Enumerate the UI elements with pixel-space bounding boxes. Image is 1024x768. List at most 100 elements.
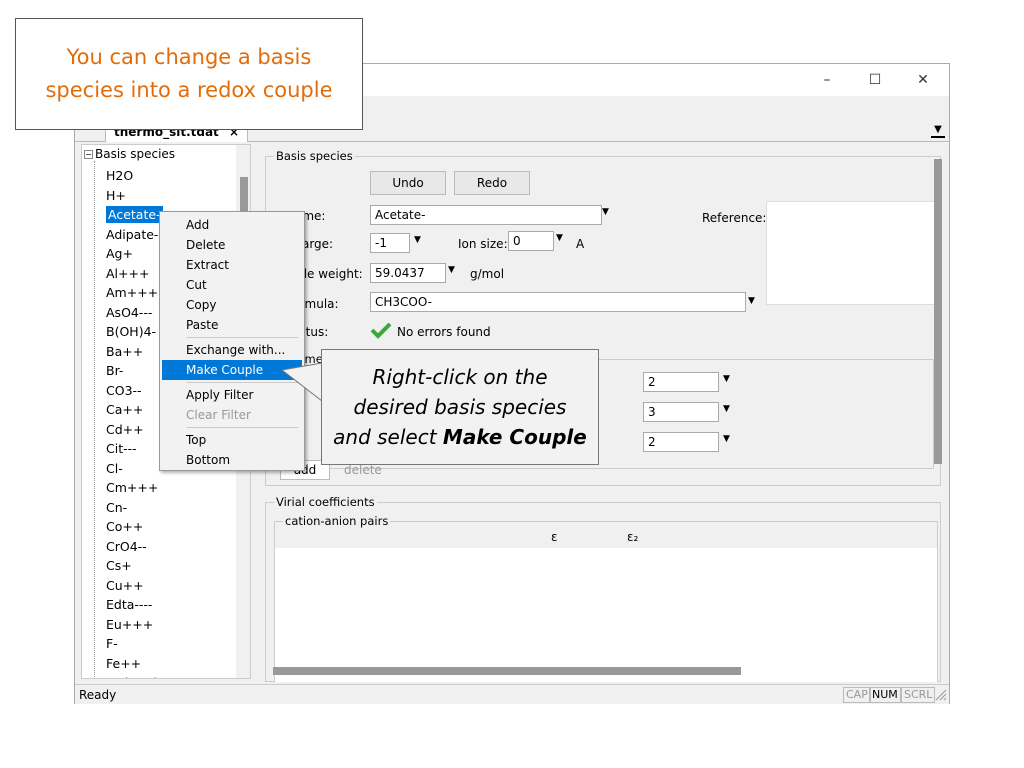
tree-item[interactable]: Br- xyxy=(106,361,163,381)
tree-item-label: Acetate- xyxy=(106,206,163,223)
tree-item[interactable]: H+ xyxy=(106,186,163,206)
intro-callout-line2: species into a redox couple xyxy=(45,78,333,102)
element-count-1-dropdown-icon[interactable]: ▼ xyxy=(723,374,730,384)
menu-separator xyxy=(186,337,298,338)
tree-item[interactable]: CrO4-- xyxy=(106,537,163,557)
charge-field[interactable]: -1 xyxy=(370,233,410,253)
formula-dropdown-icon[interactable]: ▼ xyxy=(748,296,755,306)
element-count-2-dropdown-icon[interactable]: ▼ xyxy=(723,404,730,414)
tree-item-label: Am+++ xyxy=(106,285,159,300)
tree-item[interactable]: Fe++ xyxy=(106,654,163,674)
epsilon2-column-header: ε₂ xyxy=(627,530,639,544)
tree-item[interactable]: AsO4--- xyxy=(106,303,163,323)
tree-item[interactable]: B(OH)4- xyxy=(106,322,163,342)
tree-item[interactable]: Eu+++ xyxy=(106,615,163,635)
tree-item-label: Cd++ xyxy=(106,421,144,437)
tree-item[interactable]: Am+++ xyxy=(106,283,163,303)
cation-anion-pairs-group: cation-anion pairs ε ε₂ xyxy=(274,514,938,682)
tree-item[interactable]: Cit--- xyxy=(106,439,163,459)
menu-item-delete[interactable]: Delete xyxy=(162,235,302,255)
name-dropdown-icon[interactable]: ▼ xyxy=(602,207,609,217)
menu-item-clear-filter: Clear Filter xyxy=(186,408,251,422)
tree-item-label: CO3-- xyxy=(106,382,142,398)
tab-list-dropdown-icon[interactable]: ▼ xyxy=(931,122,945,138)
instruction-callout: Right-click on the desired basis species… xyxy=(321,349,599,465)
tree-item[interactable]: Ba++ xyxy=(106,342,163,362)
element-count-3-dropdown-icon[interactable]: ▼ xyxy=(723,434,730,444)
caps-lock-indicator: CAP xyxy=(843,687,871,703)
element-count-1[interactable]: 2 xyxy=(643,372,719,392)
minimize-button[interactable]: – xyxy=(807,68,847,92)
virial-coefficients-group: Virial coefficients cation-anion pairs ε… xyxy=(265,495,941,682)
ion-size-field[interactable]: 0 xyxy=(508,231,554,251)
ion-size-label: Ion size: xyxy=(458,237,508,251)
menu-item-apply-filter[interactable]: Apply Filter xyxy=(162,385,302,405)
tree-item-label: AsO4--- xyxy=(106,304,153,320)
charge-dropdown-icon[interactable]: ▼ xyxy=(414,235,421,245)
tree-item[interactable]: Acetate- xyxy=(106,205,163,225)
menu-item-exchange-with[interactable]: Exchange with... xyxy=(162,340,302,360)
menu-item-cut[interactable]: Cut xyxy=(162,275,302,295)
close-button[interactable]: ✕ xyxy=(903,68,943,92)
resize-grip-icon[interactable] xyxy=(935,689,947,701)
pairs-table-body[interactable] xyxy=(275,548,937,682)
menu-item-bottom[interactable]: Bottom xyxy=(162,450,302,470)
mole-weight-dropdown-icon[interactable]: ▼ xyxy=(448,265,455,275)
tree-item-label: Cl- xyxy=(106,460,123,476)
editor-hscroll-thumb[interactable] xyxy=(273,667,741,675)
menu-item-paste[interactable]: Paste xyxy=(162,315,302,335)
tree-item[interactable]: Cd++ xyxy=(106,420,163,440)
undo-button[interactable]: Undo xyxy=(370,171,446,195)
menu-separator xyxy=(186,427,298,428)
menu-item-add[interactable]: Add xyxy=(162,215,302,235)
editor-vscroll-thumb[interactable] xyxy=(934,159,942,464)
element-count-3[interactable]: 2 xyxy=(643,432,719,452)
delete-element-button[interactable]: delete xyxy=(344,463,382,477)
virial-group-title: Virial coefficients xyxy=(274,495,377,509)
tree-item-label: H2O xyxy=(106,168,134,183)
callout-pointer-icon xyxy=(282,362,323,402)
tree-item[interactable]: H2O xyxy=(106,166,163,186)
tree-item[interactable]: Adipate-- xyxy=(106,225,163,245)
tree-item[interactable]: Edta---- xyxy=(106,595,163,615)
tree-item-label: Cs+ xyxy=(106,558,132,573)
tree-item[interactable]: Cl- xyxy=(106,459,163,479)
formula-field[interactable]: CH3COO- xyxy=(370,292,746,312)
menu-item-top[interactable]: Top xyxy=(162,430,302,450)
tree-item-label: Co++ xyxy=(106,519,144,534)
num-lock-indicator: NUM xyxy=(869,687,901,703)
reference-field[interactable] xyxy=(766,201,936,305)
name-field[interactable]: Acetate- xyxy=(370,205,602,225)
redo-button[interactable]: Redo xyxy=(454,171,530,195)
tree-item-label: H+ xyxy=(106,187,126,203)
tree-item[interactable]: CO3-- xyxy=(106,381,163,401)
tree-item[interactable]: Co++ xyxy=(106,517,163,537)
editor-vertical-scrollbar[interactable] xyxy=(930,159,946,669)
element-count-2[interactable]: 3 xyxy=(643,402,719,422)
instruction-callout-line3: and select Make Couple xyxy=(322,422,598,452)
menu-item-make-couple[interactable]: Make Couple xyxy=(162,360,302,380)
tree-item[interactable]: Cn- xyxy=(106,498,163,518)
basis-species-group-title: Basis species xyxy=(274,149,355,163)
epsilon-column-header: ε xyxy=(551,530,558,544)
tree-root-basis-species[interactable]: − Basis species xyxy=(84,147,175,161)
tree-scrollbar-thumb[interactable] xyxy=(240,177,248,213)
tree-item[interactable]: Cu++ xyxy=(106,576,163,596)
tree-item[interactable]: H2(PO4)- xyxy=(106,673,163,678)
tree-item[interactable]: Cm+++ xyxy=(106,478,163,498)
mole-weight-field[interactable]: 59.0437 xyxy=(370,263,446,283)
menu-item-extract[interactable]: Extract xyxy=(162,255,302,275)
tree-item[interactable]: Ag+ xyxy=(106,244,163,264)
tree-item[interactable]: Cs+ xyxy=(106,556,163,576)
tree-item-label: CrO4-- xyxy=(106,538,147,554)
editor-horizontal-scrollbar[interactable] xyxy=(265,664,925,678)
collapse-icon[interactable]: − xyxy=(84,150,93,159)
tree-item[interactable]: F- xyxy=(106,634,163,654)
tree-guide-line xyxy=(94,161,95,678)
tree-item[interactable]: Al+++ xyxy=(106,264,163,284)
ion-size-dropdown-icon[interactable]: ▼ xyxy=(556,233,563,243)
tree-item[interactable]: Ca++ xyxy=(106,400,163,420)
instruction-callout-line2: desired basis species xyxy=(353,395,567,419)
maximize-button[interactable]: ☐ xyxy=(855,68,895,92)
menu-item-copy[interactable]: Copy xyxy=(162,295,302,315)
